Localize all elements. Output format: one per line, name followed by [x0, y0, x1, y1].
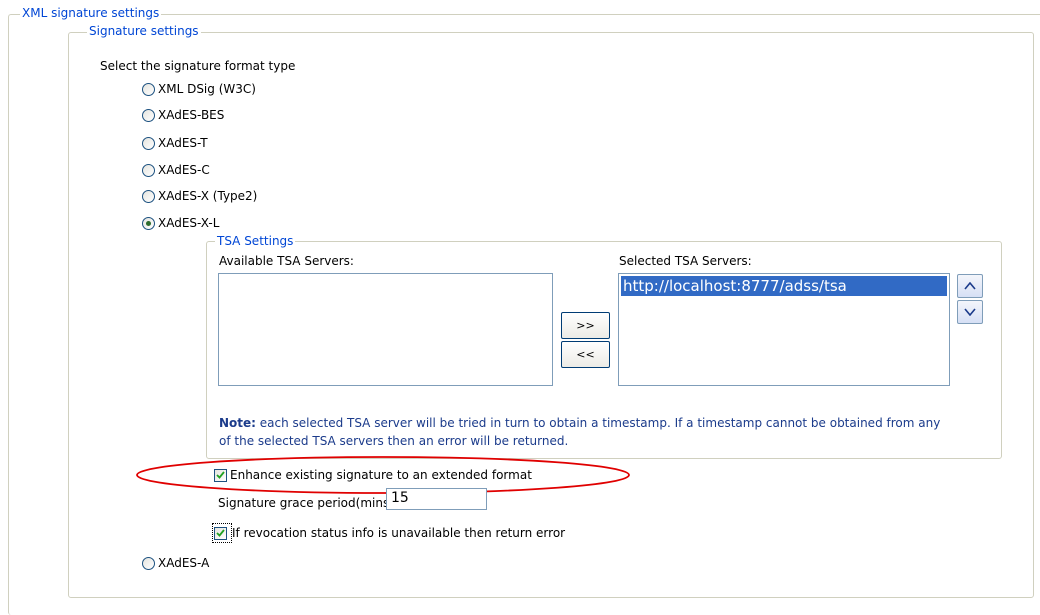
- radio-button-icon: [142, 108, 155, 122]
- checkbox-checked-icon: [214, 526, 227, 540]
- radio-xml-dsig[interactable]: XML DSig (W3C): [142, 80, 256, 98]
- radio-button-icon: [142, 163, 155, 177]
- radio-label: XAdES-A: [158, 556, 210, 570]
- tsa-note: Note: each selected TSA server will be t…: [219, 414, 940, 450]
- note-line-1: each selected TSA server will be tried i…: [255, 416, 941, 430]
- radio-button-icon: [142, 189, 155, 203]
- radio-button-icon: [142, 82, 155, 96]
- radio-label: XML DSig (W3C): [158, 82, 256, 96]
- radio-label: XAdES-T: [158, 136, 208, 150]
- radio-label: XAdES-X-L: [158, 216, 220, 230]
- radio-xades-c[interactable]: XAdES-C: [142, 161, 210, 179]
- radio-label: XAdES-C: [158, 163, 210, 177]
- radio-xades-t[interactable]: XAdES-T: [142, 134, 208, 152]
- radio-xades-x-type2[interactable]: XAdES-X (Type2): [142, 187, 257, 205]
- revocation-error-label: If revocation status info is unavailable…: [232, 526, 566, 540]
- grace-period-label: Signature grace period(mins):: [218, 496, 398, 510]
- note-line-2: of the selected TSA servers then an erro…: [219, 434, 569, 448]
- format-prompt: Select the signature format type: [100, 59, 296, 73]
- radio-xades-x-l[interactable]: XAdES-X-L: [142, 214, 219, 232]
- radio-label: XAdES-X (Type2): [158, 189, 258, 203]
- radio-xades-bes[interactable]: XAdES-BES: [142, 106, 224, 124]
- move-up-button[interactable]: [957, 274, 983, 298]
- revocation-error-checkbox[interactable]: [212, 523, 232, 543]
- chevron-down-icon: [964, 304, 976, 320]
- signature-settings-legend: Signature settings: [87, 24, 201, 38]
- radio-button-selected-icon: [142, 216, 155, 230]
- move-down-button[interactable]: [957, 300, 983, 324]
- radio-xades-a[interactable]: XAdES-A: [142, 554, 209, 572]
- radio-button-icon: [142, 136, 155, 150]
- radio-label: XAdES-BES: [158, 108, 225, 122]
- tsa-settings-legend: TSA Settings: [215, 234, 296, 248]
- radio-button-icon: [142, 556, 155, 570]
- grace-period-input[interactable]: 15: [386, 488, 487, 510]
- available-tsa-label: Available TSA Servers:: [219, 254, 354, 268]
- note-bold-label: Note:: [219, 416, 256, 430]
- highlight-ellipse: [136, 456, 630, 494]
- selected-tsa-item[interactable]: http://localhost:8777/adss/tsa: [621, 276, 947, 296]
- xml-signature-settings-legend: XML signature settings: [20, 6, 162, 20]
- remove-tsa-button[interactable]: <<: [561, 341, 610, 368]
- selected-tsa-label: Selected TSA Servers:: [619, 254, 752, 268]
- chevron-up-icon: [964, 278, 976, 294]
- add-tsa-button[interactable]: >>: [561, 312, 610, 339]
- selected-tsa-listbox[interactable]: http://localhost:8777/adss/tsa: [618, 273, 950, 386]
- available-tsa-listbox[interactable]: [218, 273, 553, 386]
